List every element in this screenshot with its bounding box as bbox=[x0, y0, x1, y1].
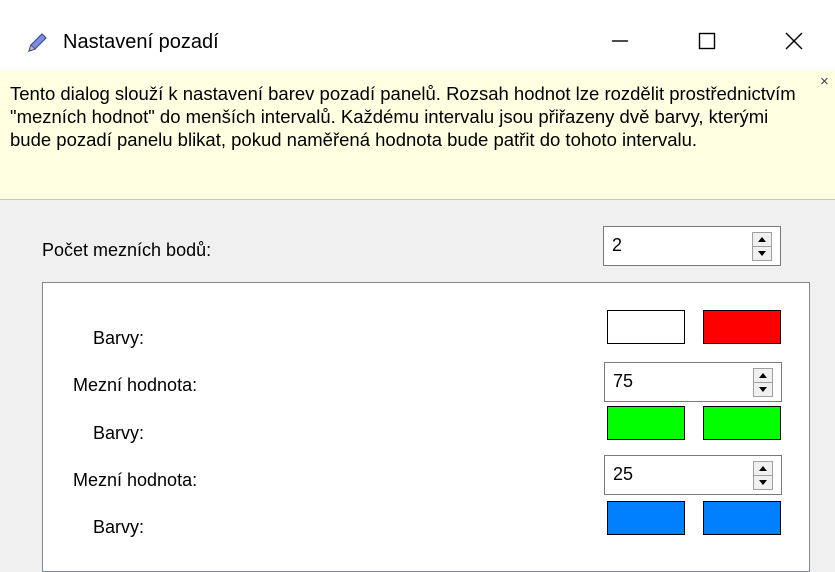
window-title: Nastavení pozadí bbox=[63, 31, 219, 53]
info-text: Tento dialog slouží k nastavení barev po… bbox=[10, 83, 796, 150]
color-swatch[interactable] bbox=[703, 501, 781, 535]
threshold-count-value: 2 bbox=[612, 235, 623, 255]
threshold-value: 25 bbox=[613, 464, 634, 484]
color-swatch[interactable] bbox=[607, 501, 685, 535]
maximize-icon bbox=[698, 32, 716, 50]
minimize-button[interactable] bbox=[577, 14, 663, 68]
threshold-spinbox[interactable]: 25 bbox=[604, 455, 782, 495]
threshold-spinbox[interactable]: 75 bbox=[604, 362, 782, 402]
colors-label: Barvy: bbox=[93, 328, 145, 348]
minimize-icon bbox=[612, 40, 628, 42]
colors-label: Barvy: bbox=[93, 517, 145, 537]
info-banner: Tento dialog slouží k nastavení barev po… bbox=[0, 70, 835, 200]
color-swatch[interactable] bbox=[703, 310, 781, 344]
color-swatch[interactable] bbox=[703, 406, 781, 440]
color-swatch[interactable] bbox=[607, 310, 685, 344]
spin-up-icon[interactable] bbox=[754, 369, 772, 383]
spin-down-icon[interactable] bbox=[754, 476, 772, 489]
spin-down-icon[interactable] bbox=[753, 247, 771, 260]
spin-arrows bbox=[752, 232, 772, 261]
color-swatch[interactable] bbox=[607, 406, 685, 440]
threshold-label: Mezní hodnota: bbox=[73, 470, 198, 490]
threshold-count-spinbox[interactable]: 2 bbox=[603, 226, 781, 266]
colors-label: Barvy: bbox=[93, 423, 145, 443]
threshold-count-label: Počet mezních bodů: bbox=[42, 240, 212, 260]
close-icon bbox=[785, 32, 803, 50]
info-close-button[interactable]: × bbox=[820, 74, 829, 89]
threshold-label: Mezní hodnota: bbox=[73, 375, 198, 395]
spin-arrows bbox=[753, 461, 773, 490]
threshold-panel: Barvy: Mezní hodnota: 75 Barvy: Mezní ho… bbox=[42, 282, 810, 572]
threshold-value: 75 bbox=[613, 371, 634, 391]
dialog-window: Nastavení pozadí Tento dialog slouží k n… bbox=[0, 0, 835, 572]
pencil-icon bbox=[25, 31, 49, 55]
spin-up-icon[interactable] bbox=[754, 462, 772, 476]
maximize-button[interactable] bbox=[664, 14, 750, 68]
spin-up-icon[interactable] bbox=[753, 233, 771, 247]
spin-arrows bbox=[753, 368, 773, 397]
spin-down-icon[interactable] bbox=[754, 383, 772, 396]
close-button[interactable] bbox=[751, 14, 835, 68]
